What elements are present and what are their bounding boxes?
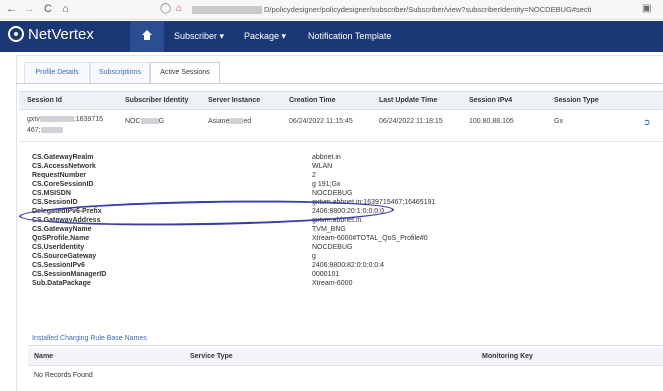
col-session-ipv4[interactable]: Session IPv4	[469, 97, 512, 104]
reload-icon[interactable]: C	[44, 3, 52, 15]
bookmark-icon[interactable]: ▣	[642, 3, 651, 14]
redacted	[39, 116, 74, 122]
charging-rules-header: Name Service Type Monitoring Key	[28, 348, 663, 366]
charging-rules-empty-row: No Records Found	[28, 366, 663, 386]
redacted	[40, 127, 63, 133]
menu-notification-template[interactable]: Notification Template	[308, 31, 391, 41]
col-creation-time[interactable]: Creation Time	[289, 97, 336, 104]
creation-time-cell: 06/24/2022 11:15:45	[289, 118, 353, 125]
home-icon[interactable]: ⌂	[62, 3, 69, 15]
tab-subscriptions[interactable]: Subscriptions	[90, 62, 150, 84]
col-last-update-time[interactable]: Last Update Time	[379, 97, 437, 104]
forward-icon[interactable]: →	[24, 3, 35, 15]
col-subscriber-identity[interactable]: Subscriber Identity	[125, 97, 188, 104]
table-row[interactable]: gxtv ;1639715 467; NOC G Asiane ed 06/24/20…	[19, 110, 663, 142]
lock-icon: ⌂	[176, 3, 183, 14]
menu-package[interactable]: Package ▾	[244, 31, 286, 42]
col-name[interactable]: Name	[34, 353, 53, 360]
url-text: D/policydesigner/policydesigner/subscrib…	[264, 5, 592, 14]
tab-active-sessions[interactable]: Active Sessions	[150, 62, 220, 84]
empty-message: No Records Found	[34, 372, 93, 379]
redacted	[140, 118, 159, 124]
col-server-instance[interactable]: Server Instance	[208, 97, 260, 104]
col-session-type[interactable]: Session Type	[554, 97, 599, 104]
tab-profile-details[interactable]: Profile Details	[24, 62, 90, 84]
house-icon	[142, 30, 152, 40]
home-button[interactable]	[130, 21, 164, 52]
brand-name: NetVertex	[28, 26, 94, 43]
session-logout-icon[interactable]: ➲	[643, 117, 651, 128]
subscriber-identity-cell: NOC G	[125, 118, 165, 125]
brand-logo[interactable]: NetVertex	[8, 26, 94, 46]
session-id-cell-line2: 467;	[27, 127, 63, 134]
col-monitoring-key[interactable]: Monitoring Key	[482, 353, 533, 360]
sessions-table-header: Session Id Subscriber Identity Server In…	[19, 91, 663, 110]
col-session-id[interactable]: Session Id	[27, 97, 62, 104]
charging-rules-divider	[28, 345, 663, 346]
session-type-cell: Gx	[554, 118, 563, 125]
last-update-time-cell: 06/24/2022 11:18:15	[379, 118, 443, 125]
browser-toolbar: ← → C ⌂ ◯ ⌂ D/policydesigner/policydesig…	[0, 0, 663, 20]
shield-icon: ◯	[160, 3, 172, 14]
col-service-type[interactable]: Service Type	[190, 353, 233, 360]
session-ipv4-cell: 100.80.88.105	[469, 118, 514, 125]
back-icon[interactable]: ←	[6, 3, 17, 15]
menu-subscriber[interactable]: Subscriber ▾	[174, 31, 224, 42]
tab-divider	[16, 83, 663, 84]
address-bar[interactable]: ◯ ⌂ D/policydesigner/policydesigner/subs…	[160, 3, 663, 17]
redacted	[229, 118, 244, 124]
session-id-cell: gxtv ;1639715	[27, 116, 104, 123]
redacted-host	[192, 6, 262, 14]
netvertex-logo-icon	[8, 26, 24, 42]
charging-rules-title: Installed Charging Rule Base Names	[32, 335, 147, 342]
server-instance-cell: Asiane ed	[208, 118, 252, 125]
